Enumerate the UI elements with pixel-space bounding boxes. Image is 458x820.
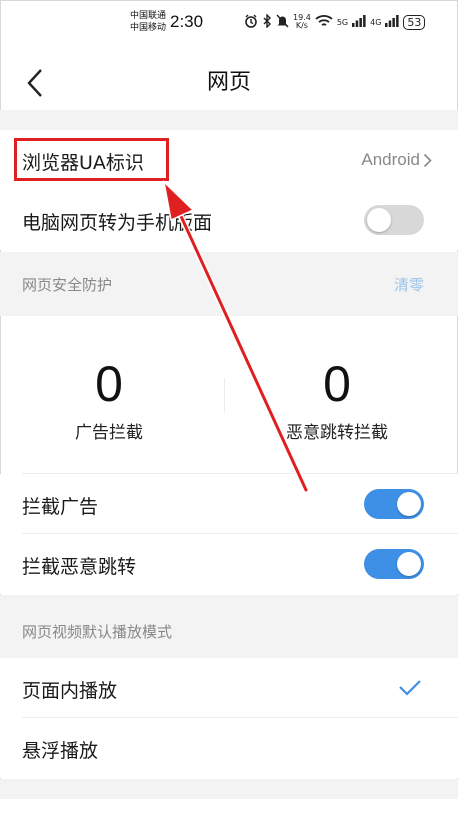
annotation-arrow [162,179,309,493]
